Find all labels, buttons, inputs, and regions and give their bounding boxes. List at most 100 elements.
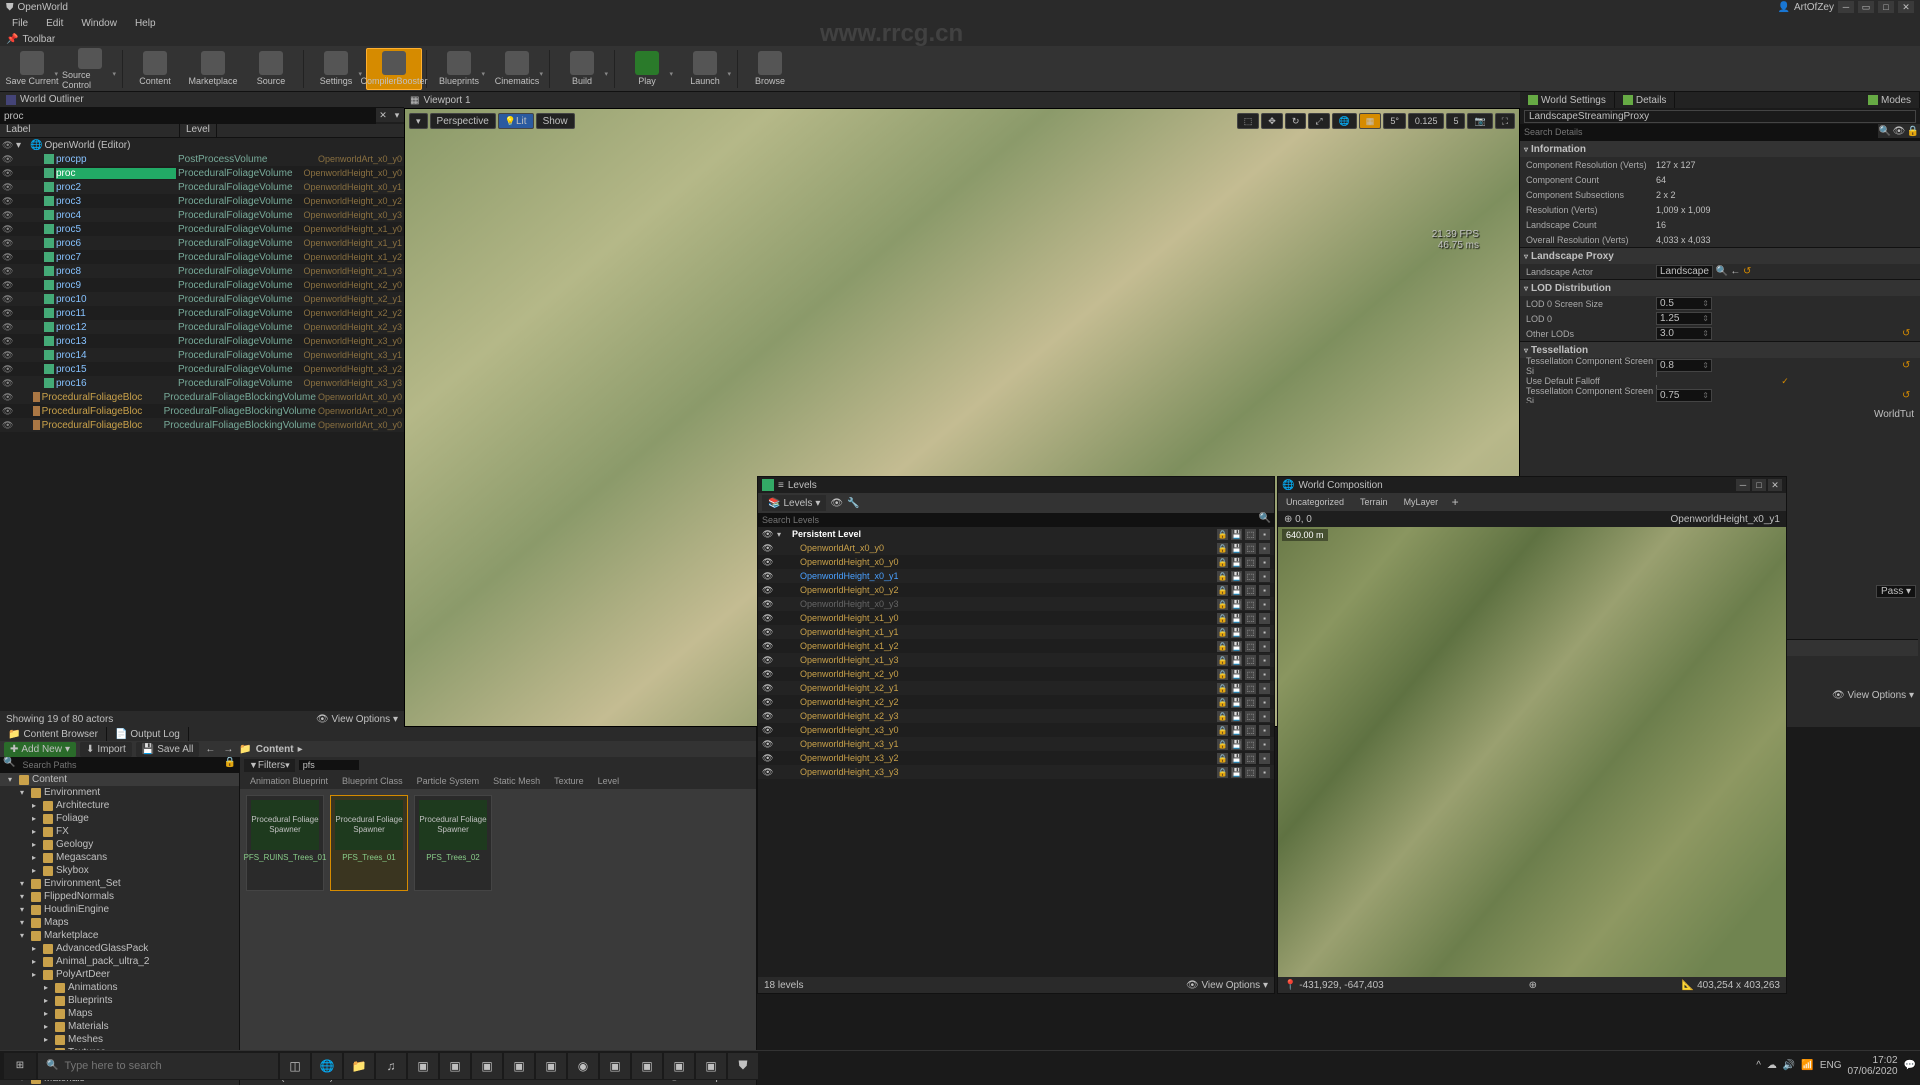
tree-item[interactable]: ▸Materials [0, 1020, 239, 1033]
filter-texture[interactable]: Texture [548, 776, 590, 786]
color-icon[interactable]: ▪ [1259, 753, 1270, 764]
visibility-icon[interactable]: 👁 [2, 392, 13, 403]
save-icon[interactable]: 💾 [1231, 753, 1242, 764]
tree-item[interactable]: ▾Content [0, 773, 239, 786]
level-row[interactable]: 👁OpenworldHeight_x3_y2🔒💾⬚▪ [758, 751, 1274, 765]
landscape-actor-dropdown[interactable]: Landscape [1656, 265, 1713, 278]
save-icon[interactable]: 💾 [1231, 571, 1242, 582]
tess-screen-input[interactable]: 0.8 [1656, 359, 1712, 372]
outliner-body[interactable]: 👁 ▾ 🌐 OpenWorld (Editor) 👁procppPostProc… [0, 138, 404, 711]
reset-icon[interactable]: ↺ [1743, 266, 1751, 277]
source-control-button[interactable]: Source Control▾ [62, 48, 118, 90]
tree-item[interactable]: ▸Foliage [0, 812, 239, 825]
outliner-row[interactable]: 👁ProceduralFoliageBlocProceduralFoliageB… [0, 404, 404, 418]
save-icon[interactable]: 💾 [1231, 627, 1242, 638]
app-misc3[interactable]: ▣ [472, 1053, 502, 1079]
color-icon[interactable]: ▪ [1259, 739, 1270, 750]
visibility-icon[interactable]: 👁 [762, 529, 774, 540]
actor-name-field[interactable] [1524, 110, 1916, 123]
task-view-button[interactable]: ◫ [280, 1053, 310, 1079]
menu-window[interactable]: Window [73, 16, 125, 31]
tree-item[interactable]: ▸Meshes [0, 1033, 239, 1046]
levels-search-input[interactable] [758, 513, 1256, 527]
lock-icon[interactable]: 🔒 [1217, 739, 1228, 750]
persistent-level-row[interactable]: 👁 ▾ Persistent Level 🔒💾⬚▪ [758, 527, 1274, 541]
kismet-icon[interactable]: ⬚ [1245, 641, 1256, 652]
vp-maximize-button[interactable]: ⛶ [1495, 113, 1515, 129]
lock-icon[interactable]: 🔒 [1217, 641, 1228, 652]
outliner-row[interactable]: 👁ProceduralFoliageBlocProceduralFoliageB… [0, 418, 404, 432]
tab-modes[interactable]: Modes [1860, 92, 1920, 108]
system-tray[interactable]: ^ ☁ 🔊 📶 ENG 17:02 07/06/2020 💬 [1756, 1055, 1916, 1077]
expand-icon[interactable]: ▸ [44, 1035, 52, 1044]
tab-content-browser[interactable]: 📁Content Browser [0, 727, 107, 741]
lock-icon[interactable]: 🔒 [1217, 683, 1228, 694]
lock-icon[interactable]: 🔒 [1217, 725, 1228, 736]
visibility-icon[interactable]: 👁 [762, 753, 774, 764]
color-icon[interactable]: ▪ [1259, 725, 1270, 736]
expand-icon[interactable]: ▸ [32, 944, 40, 953]
visibility-icon[interactable]: 👁 [2, 350, 14, 361]
lock-icon[interactable]: 🔒 [1217, 571, 1228, 582]
visibility-icon[interactable]: 👁 [2, 168, 14, 179]
tab-details[interactable]: Details [1615, 92, 1676, 108]
expand-icon[interactable]: ▸ [32, 957, 40, 966]
pin-icon[interactable]: 📌 [6, 34, 18, 45]
lock-icon[interactable]: 🔒 [1217, 697, 1228, 708]
color-icon[interactable]: ▪ [1259, 767, 1270, 778]
tree-item[interactable]: ▸Blueprints [0, 994, 239, 1007]
lock-icon[interactable]: 🔒 [1217, 557, 1228, 568]
lock-icon[interactable]: 🔒 [1217, 599, 1228, 610]
reset-button[interactable]: ↺ [1902, 328, 1914, 339]
section-landscape-proxy[interactable]: ▿Landscape Proxy [1520, 248, 1920, 264]
expand-icon[interactable]: ▾ [20, 892, 28, 901]
kismet-icon[interactable]: ⬚ [1245, 529, 1256, 540]
visibility-icon[interactable]: 👁 [762, 599, 774, 610]
save-icon[interactable]: 💾 [1231, 655, 1242, 666]
app-misc1[interactable]: ▣ [408, 1053, 438, 1079]
visibility-icon[interactable]: 👁 [762, 655, 774, 666]
wc-minimize-button[interactable]: ─ [1736, 479, 1750, 491]
level-row[interactable]: 👁OpenworldHeight_x1_y0🔒💾⬚▪ [758, 611, 1274, 625]
save-all-button[interactable]: 💾 Save All [136, 742, 200, 757]
pass-dropdown[interactable]: Pass ▾ [1876, 585, 1916, 598]
visibility-icon[interactable]: 👁 [2, 266, 14, 277]
asset-tile[interactable]: Procedural Foliage SpawnerPFS_Trees_01 [330, 795, 408, 891]
visibility-icon[interactable]: 👁 [2, 336, 14, 347]
kismet-icon[interactable]: ⬚ [1245, 543, 1256, 554]
outliner-row[interactable]: 👁proc8ProceduralFoliageVolumeOpenworldHe… [0, 264, 404, 278]
expand-icon[interactable]: ▾ [8, 775, 16, 784]
vp-coord-button[interactable]: 🌐 [1332, 113, 1357, 129]
add-new-button[interactable]: ✚ Add New ▾ [4, 742, 76, 757]
expand-icon[interactable]: ▸ [32, 853, 40, 862]
save-icon[interactable]: 💾 [1231, 613, 1242, 624]
outliner-row[interactable]: 👁proc4ProceduralFoliageVolumeOpenworldHe… [0, 208, 404, 222]
tree-item[interactable]: ▾Environment_Set [0, 877, 239, 890]
save-icon[interactable]: 💾 [1231, 725, 1242, 736]
tree-search-input[interactable] [18, 757, 220, 773]
restore-button[interactable]: ▭ [1858, 1, 1874, 13]
kismet-icon[interactable]: ⬚ [1245, 669, 1256, 680]
settings-button[interactable]: Settings▾ [308, 48, 364, 90]
lock-icon[interactable]: 🔒 [1217, 585, 1228, 596]
app-misc5[interactable]: ▣ [536, 1053, 566, 1079]
filters-button[interactable]: ▼ Filters ▾ [244, 759, 295, 772]
lod0-screensize-input[interactable]: 0.5 [1656, 297, 1712, 310]
asset-grid[interactable]: Procedural Foliage SpawnerPFS_RUINS_Tree… [240, 789, 756, 1069]
expand-icon[interactable]: ▸ [32, 970, 40, 979]
kismet-icon[interactable]: ⬚ [1245, 753, 1256, 764]
lock-icon[interactable]: 🔒 [1217, 627, 1228, 638]
save-icon[interactable]: 💾 [1231, 543, 1242, 554]
level-row[interactable]: 👁OpenworldHeight_x2_y3🔒💾⬚▪ [758, 709, 1274, 723]
color-icon[interactable]: ▪ [1259, 599, 1270, 610]
nav-back-button[interactable]: ← [203, 742, 217, 756]
tree-item[interactable]: ▸Animal_pack_ultra_2 [0, 955, 239, 968]
visibility-icon[interactable]: 👁 [2, 252, 14, 263]
level-row[interactable]: 👁OpenworldArt_x0_y0🔒💾⬚▪ [758, 541, 1274, 555]
marketplace-button[interactable]: Marketplace [185, 48, 241, 90]
tree-item[interactable]: ▸Architecture [0, 799, 239, 812]
lock-icon[interactable]: 🔒 [221, 757, 239, 773]
kismet-icon[interactable]: ⬚ [1245, 627, 1256, 638]
levels-dropdown[interactable]: 📚 Levels ▾ [762, 495, 826, 511]
section-information[interactable]: ▿Information [1520, 141, 1920, 157]
